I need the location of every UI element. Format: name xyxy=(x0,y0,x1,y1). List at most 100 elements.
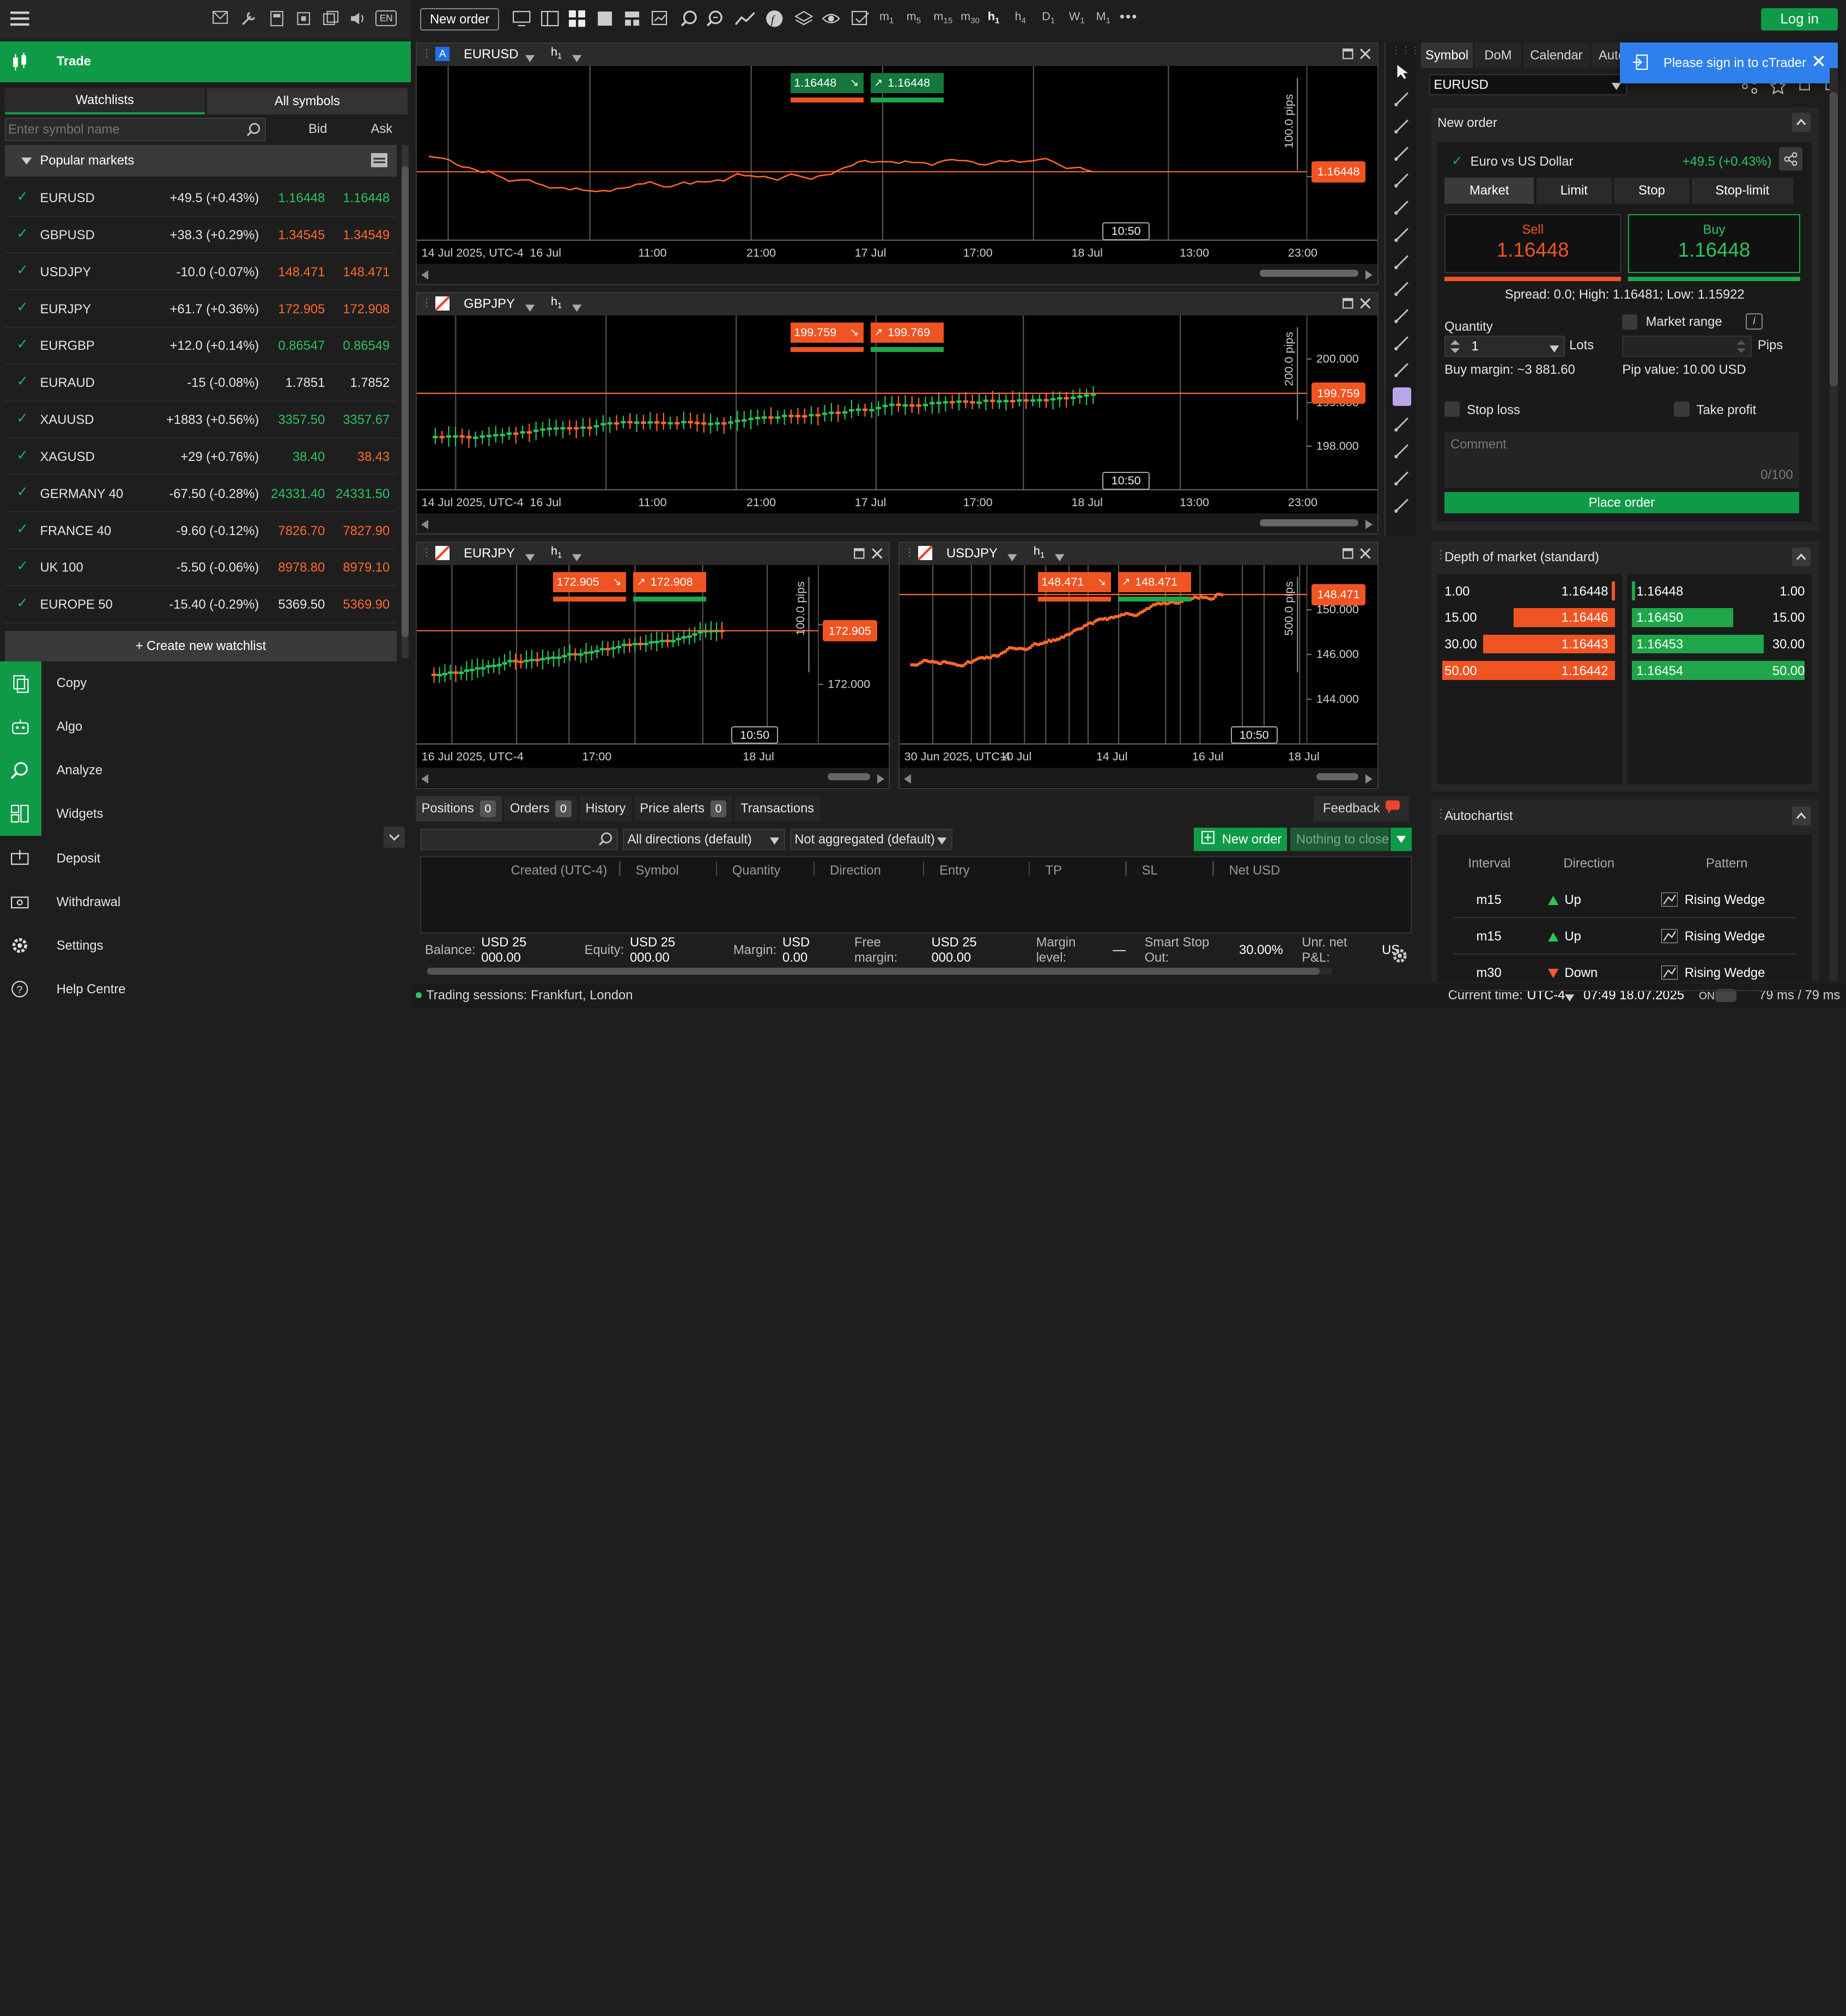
autochartist-row[interactable]: m30 Down Rising Wedge xyxy=(1454,958,1798,992)
rectangle-tool-icon[interactable] xyxy=(1393,306,1412,325)
column-header[interactable]: Net USD xyxy=(1229,863,1280,878)
color-tool-icon[interactable] xyxy=(1392,387,1412,406)
right-tab-calendar[interactable]: Calendar xyxy=(1523,42,1589,69)
dom-sell-row[interactable]: 15.00 1.16446 xyxy=(1437,606,1622,632)
chart-symbol[interactable]: USDJPY xyxy=(946,546,998,561)
tab-positions[interactable]: Positions 0 xyxy=(415,796,502,822)
sound-icon[interactable] xyxy=(350,10,366,27)
row-bid[interactable]: 3357.50 xyxy=(278,412,325,428)
cursor-tool-icon[interactable] xyxy=(1393,63,1412,82)
dom-buy-row[interactable]: 1.16454 50.00 xyxy=(1627,659,1812,685)
chart-timeframe[interactable]: h1 xyxy=(551,544,562,560)
directions-select[interactable]: All directions (default) xyxy=(623,829,786,850)
nav-item-withdrawal[interactable]: Withdrawal xyxy=(0,881,411,924)
row-ask[interactable]: 148.471 xyxy=(343,265,390,280)
dom-buy-row[interactable]: 1.16450 15.00 xyxy=(1627,606,1812,632)
close-icon[interactable] xyxy=(1359,297,1371,313)
row-ask[interactable]: 0.86549 xyxy=(343,338,390,354)
row-bid[interactable]: 172.905 xyxy=(278,302,325,317)
tab-orders[interactable]: Orders 0 xyxy=(504,796,578,822)
column-divider[interactable] xyxy=(922,861,924,876)
stop-loss-checkbox[interactable] xyxy=(1444,401,1460,417)
nav-item-algo[interactable]: Algo xyxy=(0,705,411,749)
symbol-select[interactable]: EURUSD xyxy=(1429,74,1628,95)
wrench-icon[interactable] xyxy=(240,10,257,27)
row-ask[interactable]: 8979.10 xyxy=(343,560,390,575)
alert-tool-icon[interactable] xyxy=(1393,469,1412,488)
chevron-down-icon[interactable] xyxy=(572,300,582,315)
chart-check-icon[interactable] xyxy=(851,10,870,31)
sell-button[interactable]: Sell 1.16448 xyxy=(1444,214,1622,274)
chevron-down-icon[interactable] xyxy=(525,51,535,66)
watchlist-row[interactable]: ✓ EURGBP +12.0 (+0.14%) 0.86547 0.86549 xyxy=(4,328,397,365)
column-header[interactable]: TP xyxy=(1046,863,1062,878)
trend-line-tool-icon[interactable] xyxy=(1393,171,1412,190)
ruler-tool-icon[interactable] xyxy=(1393,144,1412,163)
column-header[interactable]: Direction xyxy=(830,863,881,878)
row-ask[interactable]: 7827.90 xyxy=(343,524,390,539)
maximize-icon[interactable] xyxy=(853,548,865,563)
timeframe-m15[interactable]: m15 xyxy=(933,9,957,31)
chevron-down-icon[interactable] xyxy=(525,550,535,565)
chart-timeframe[interactable]: h1 xyxy=(1034,544,1045,560)
layers-icon[interactable] xyxy=(794,9,814,32)
tab-watchlists[interactable]: Watchlists xyxy=(4,88,205,114)
sign-in-toast[interactable]: Please sign in to cTrader xyxy=(1620,42,1838,84)
chevron-down-icon[interactable] xyxy=(572,51,582,66)
fullscreen-icon[interactable] xyxy=(295,10,312,27)
column-divider[interactable] xyxy=(1029,861,1030,876)
column-divider[interactable] xyxy=(1125,861,1127,876)
new-order-button[interactable]: New order xyxy=(420,8,500,31)
row-bid[interactable]: 0.86547 xyxy=(278,338,325,354)
chart-eurusd[interactable]: ⋮⋮AEURUSDh11.1600014 Jul 2025, UTC-416 J… xyxy=(415,42,1379,285)
gear-icon[interactable] xyxy=(1392,948,1408,968)
scroll-left-icon[interactable] xyxy=(421,268,429,283)
nav-item-help-centre[interactable]: ? Help Centre xyxy=(0,968,411,1007)
tab-transactions[interactable]: Transactions xyxy=(734,796,820,822)
row-bid[interactable]: 8978.80 xyxy=(278,560,325,575)
text-tool-icon[interactable] xyxy=(1393,360,1412,379)
column-header[interactable]: SL xyxy=(1142,863,1158,878)
watchlist-row[interactable]: ✓ XAGUSD +29 (+0.76%) 38.40 38.43 xyxy=(4,439,397,476)
chart-scrollbar[interactable] xyxy=(899,767,1377,788)
chevron-down-icon[interactable] xyxy=(572,550,582,565)
row-bid[interactable]: 148.471 xyxy=(278,265,325,280)
chart-type-icon[interactable] xyxy=(734,10,756,31)
column-header[interactable]: Created (UTC-4) xyxy=(511,863,608,878)
new-order-small-button[interactable]: New order xyxy=(1193,827,1287,852)
template-tool-icon[interactable] xyxy=(1393,496,1412,515)
close-icon[interactable] xyxy=(1812,54,1826,72)
watchlist-row[interactable]: ✓ EUROPE 50 -15.40 (-0.29%) 5369.50 5369.90 xyxy=(4,587,397,623)
timeframe-m30[interactable]: m30 xyxy=(961,9,984,31)
positions-search-input[interactable] xyxy=(420,829,618,850)
quick-buy-button[interactable]: ↗ 172.908 xyxy=(633,572,707,592)
right-tab-symbol[interactable]: Symbol xyxy=(1420,42,1473,69)
maximize-icon[interactable] xyxy=(1342,548,1354,563)
watchlist-row[interactable]: ✓ USDJPY -10.0 (-0.07%) 148.471 148.471 xyxy=(4,254,397,291)
quantity-stepper[interactable]: 1 xyxy=(1444,335,1565,357)
chevron-down-icon[interactable] xyxy=(1054,550,1065,565)
collapse-triangle-icon[interactable] xyxy=(21,154,32,169)
row-ask[interactable]: 38.43 xyxy=(357,450,390,465)
row-ask[interactable]: 1.16448 xyxy=(343,191,390,206)
language-badge[interactable]: EN xyxy=(375,10,397,26)
dom-sell-row[interactable]: 30.00 1.16443 xyxy=(1437,632,1622,658)
quick-sell-button[interactable]: 199.759 ↘ xyxy=(790,322,864,343)
quick-sell-button[interactable]: 172.905 ↘ xyxy=(553,572,627,592)
quick-buy-button[interactable]: ↗ 1.16448 xyxy=(870,72,944,93)
more-menu-icon[interactable]: ••• xyxy=(1120,9,1138,25)
collapse-chevron-icon[interactable] xyxy=(1792,547,1811,567)
panels-icon[interactable] xyxy=(541,10,560,31)
calculator-icon[interactable] xyxy=(269,10,285,27)
quick-buy-button[interactable]: ↗ 199.769 xyxy=(870,322,944,343)
chart-scrollbar[interactable] xyxy=(416,263,1377,284)
chart-timeframe[interactable]: h1 xyxy=(551,45,562,60)
zoom-out-icon[interactable] xyxy=(706,10,723,31)
close-options-chevron-icon[interactable] xyxy=(1390,827,1412,852)
order-type-stop-limit[interactable]: Stop-limit xyxy=(1691,178,1793,204)
eye-icon[interactable] xyxy=(822,10,841,31)
channel-tool-icon[interactable] xyxy=(1393,279,1412,298)
nav-item-deposit[interactable]: Deposit xyxy=(0,837,411,881)
chart-plot[interactable]: 150.000146.000144.00030 Jun 2025, UTC-41… xyxy=(899,564,1377,768)
nothing-to-close-button[interactable]: Nothing to close xyxy=(1290,827,1389,852)
